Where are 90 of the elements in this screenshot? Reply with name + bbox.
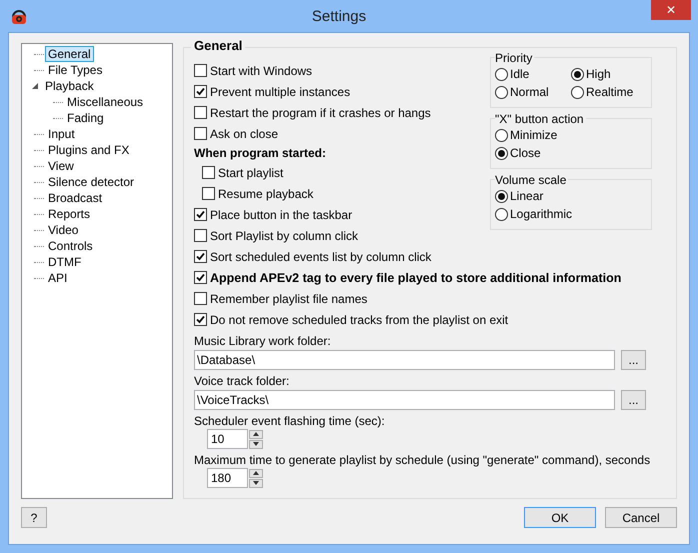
check-icon bbox=[196, 252, 205, 261]
radio-button[interactable] bbox=[495, 190, 508, 202]
tree-item[interactable]: DTMF bbox=[45, 254, 84, 270]
spin-up-button[interactable] bbox=[249, 430, 263, 438]
radio-button[interactable] bbox=[571, 86, 584, 98]
checkbox-label[interactable]: Append APEv2 tag to every file played to store additional information bbox=[210, 270, 622, 284]
radio-button[interactable] bbox=[495, 146, 508, 160]
radio-label[interactable]: High bbox=[586, 67, 611, 81]
radio-button[interactable] bbox=[495, 86, 508, 98]
folder-field[interactable]: \VoiceTracks\ bbox=[194, 390, 615, 410]
spin-down-button[interactable] bbox=[249, 478, 263, 488]
tree-item[interactable]: Controls bbox=[45, 238, 96, 254]
section-heading: When program started: bbox=[194, 145, 328, 162]
checkbox-label[interactable]: Sort Playlist by column click bbox=[210, 228, 358, 242]
tree-item[interactable]: Broadcast bbox=[45, 190, 106, 206]
checkbox[interactable] bbox=[194, 292, 207, 305]
checkbox[interactable] bbox=[194, 106, 207, 119]
tree-item[interactable]: API bbox=[45, 270, 70, 286]
tree-item[interactable]: View bbox=[45, 158, 77, 174]
tree-item[interactable]: Video bbox=[45, 222, 82, 238]
checkbox-label[interactable]: Sort scheduled events list by column click bbox=[210, 250, 432, 264]
checkbox[interactable] bbox=[194, 127, 207, 140]
field-label: Maximum time to generate playlist by schedule (using "generate" command), seconds bbox=[194, 453, 652, 467]
radio-label[interactable]: Idle bbox=[510, 67, 530, 81]
checkbox[interactable] bbox=[202, 187, 215, 200]
number-field[interactable]: 10 bbox=[207, 429, 248, 449]
check-icon bbox=[196, 210, 205, 219]
checkbox-label[interactable]: Start with Windows bbox=[210, 64, 312, 78]
tree-item[interactable]: Silence detector bbox=[45, 174, 138, 190]
tree-item[interactable]: File Types bbox=[45, 62, 106, 78]
checkbox-label[interactable]: Ask on close bbox=[210, 126, 278, 140]
field-label: Scheduler event flashing time (sec): bbox=[194, 414, 386, 428]
radio-label[interactable]: Logarithmic bbox=[510, 207, 572, 221]
cancel-button[interactable]: Cancel bbox=[605, 507, 677, 528]
radio-button[interactable] bbox=[495, 68, 508, 80]
up-arrow-icon bbox=[253, 471, 259, 475]
browse-button[interactable]: ... bbox=[621, 390, 646, 410]
checkbox-label[interactable]: Prevent multiple instances bbox=[210, 84, 350, 98]
checkbox-label[interactable]: Start playlist bbox=[218, 166, 284, 180]
check-icon bbox=[196, 273, 205, 282]
checkbox[interactable] bbox=[194, 313, 207, 326]
tree-item[interactable]: Input bbox=[45, 126, 78, 142]
tree-item[interactable]: Reports bbox=[45, 206, 94, 222]
ok-button[interactable]: OK bbox=[524, 507, 596, 528]
radio-label[interactable]: Realtime bbox=[586, 85, 634, 99]
radio-label[interactable]: Linear bbox=[510, 189, 544, 203]
checkbox[interactable] bbox=[194, 64, 207, 77]
radio-group-title: "X" button action bbox=[495, 112, 586, 126]
tree-item[interactable]: General bbox=[45, 46, 94, 62]
up-arrow-icon bbox=[253, 432, 259, 436]
field-label: Music Library work folder: bbox=[194, 334, 332, 348]
tree-item[interactable]: Playback bbox=[42, 78, 97, 94]
checkbox[interactable] bbox=[202, 166, 215, 179]
radio-button[interactable] bbox=[571, 68, 584, 80]
checkbox-label[interactable]: Do not remove scheduled tracks from the playlist on exit bbox=[210, 312, 508, 326]
radio-group-title: Volume scale bbox=[495, 173, 568, 187]
group-title: General bbox=[191, 38, 246, 53]
browse-button[interactable]: ... bbox=[621, 350, 646, 370]
close-button[interactable]: ✕ bbox=[651, 0, 691, 20]
tree-item[interactable]: Plugins and FX bbox=[45, 142, 132, 158]
radio-label[interactable]: Close bbox=[510, 146, 541, 160]
tree-item[interactable]: Miscellaneous bbox=[64, 94, 146, 110]
checkbox-label[interactable]: Remember playlist file names bbox=[210, 292, 368, 306]
check-icon bbox=[196, 87, 205, 96]
headphones-icon bbox=[10, 7, 28, 25]
radio-label[interactable]: Normal bbox=[510, 85, 549, 99]
field-label: Voice track folder: bbox=[194, 374, 290, 388]
radio-button[interactable] bbox=[495, 208, 508, 220]
number-field[interactable]: 180 bbox=[207, 468, 248, 488]
down-arrow-icon bbox=[253, 442, 259, 446]
down-arrow-icon bbox=[253, 481, 259, 485]
checkbox-label[interactable]: Place button in the taskbar bbox=[210, 208, 352, 222]
checkbox[interactable] bbox=[194, 271, 207, 284]
expander-icon[interactable] bbox=[32, 83, 38, 89]
tree-item[interactable]: Fading bbox=[64, 110, 107, 126]
radio-label[interactable]: Minimize bbox=[510, 128, 558, 142]
radio-group-title: Priority bbox=[495, 51, 534, 65]
radio-button[interactable] bbox=[495, 128, 508, 142]
help-button[interactable]: ? bbox=[21, 507, 47, 528]
checkbox[interactable] bbox=[194, 85, 207, 98]
spin-up-button[interactable] bbox=[249, 468, 263, 478]
spin-down-button[interactable] bbox=[249, 440, 263, 448]
checkbox[interactable] bbox=[194, 250, 207, 263]
check-icon bbox=[196, 315, 205, 324]
folder-field[interactable]: \Database\ bbox=[194, 350, 615, 370]
window-title: Settings bbox=[310, 8, 368, 24]
checkbox-label[interactable]: Restart the program if it crashes or hangs bbox=[210, 106, 431, 120]
checkbox[interactable] bbox=[194, 208, 207, 221]
checkbox-label[interactable]: Resume playback bbox=[218, 186, 314, 200]
checkbox[interactable] bbox=[194, 229, 207, 242]
